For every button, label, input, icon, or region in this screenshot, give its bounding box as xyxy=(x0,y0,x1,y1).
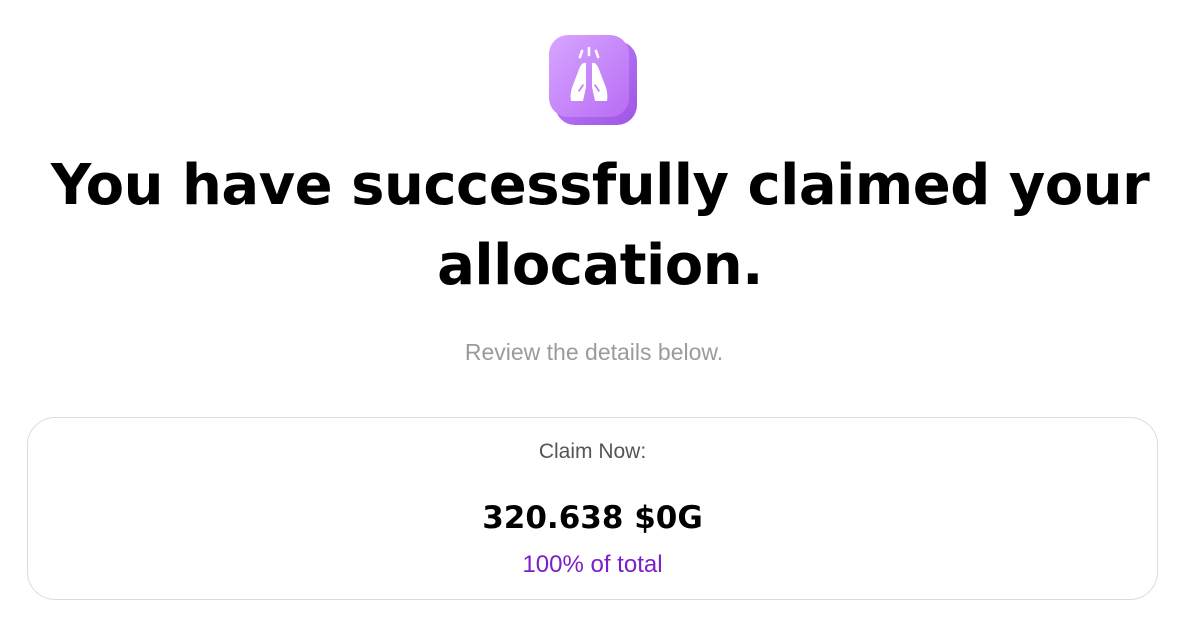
claim-summary-card: Claim Now: 320.638 $0G 100% of total xyxy=(27,417,1158,600)
claim-percent: 100% of total xyxy=(522,551,663,578)
claim-amount: 320.638 $0G xyxy=(482,500,703,536)
page-subtitle: Review the details below. xyxy=(464,339,724,365)
praying-hands-icon xyxy=(549,35,637,125)
claim-success-page: You have successfully claimed your alloc… xyxy=(0,0,1200,632)
claim-label: Claim Now: xyxy=(538,440,647,463)
page-title: You have successfully claimed your alloc… xyxy=(50,153,1150,298)
